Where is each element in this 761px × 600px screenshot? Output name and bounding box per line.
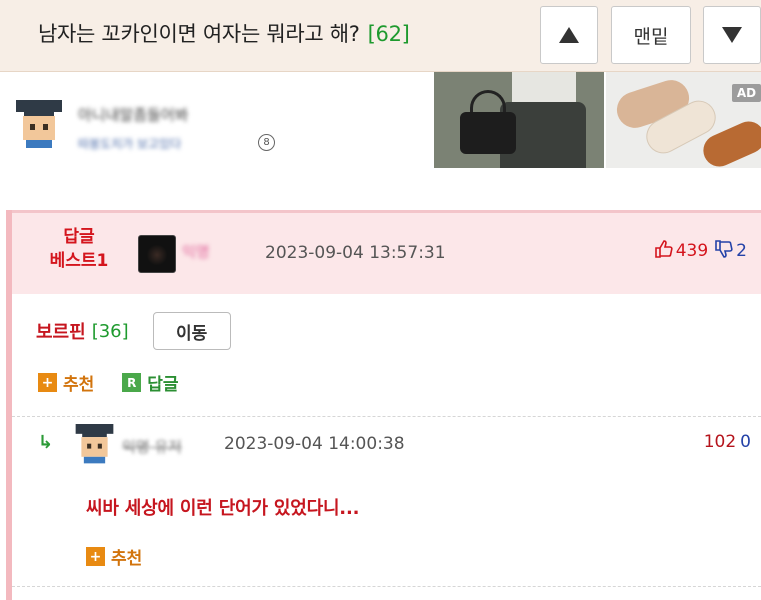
reply-icon: R [122, 373, 142, 392]
reply-upvote-count[interactable]: 102 [704, 432, 736, 452]
author-name[interactable]: 아니내말좀들어봐 [78, 104, 188, 125]
move-button[interactable]: 이동 [152, 312, 231, 350]
ad-image-bag[interactable] [434, 72, 604, 168]
scroll-down-button[interactable] [703, 6, 761, 64]
commenter-avatar[interactable] [138, 235, 176, 273]
ad-badge: AD [732, 84, 761, 102]
reply-count: [36] [91, 320, 129, 342]
upvote[interactable]: 439 [654, 239, 708, 261]
commenter-name[interactable]: 익명 [182, 241, 210, 262]
divider [12, 416, 761, 417]
best-label-line2: 베스트1 [49, 251, 109, 271]
comment-body: 보르핀 [36] 이동 [36, 312, 231, 350]
reply-text: 씨바 세상에 이런 단어가 있었다니... [86, 498, 360, 519]
post-title: 남자는 꼬카인이면 여자는 뭐라고 해? [62] [38, 18, 410, 48]
comment-text: 보르핀 [36, 322, 86, 343]
reply-avatar[interactable] [74, 424, 115, 464]
level-badge-icon: 8 [258, 134, 275, 151]
comment-actions: + 추천 R 답글 [38, 370, 179, 395]
post-title-text: 남자는 꼬카인이면 여자는 뭐라고 해? [38, 22, 360, 46]
reply-label: 답글 [147, 375, 179, 395]
author-subtitle: 따봉도치가 보고있다 [78, 137, 182, 151]
reply-votes: 102 0 [704, 432, 751, 452]
best-comment-box: 답글 베스트1 익명 2023-09-04 13:57:31 439 2 보르핀… [6, 210, 761, 600]
plus-icon: + [38, 373, 57, 392]
plus-icon: + [86, 547, 105, 566]
divider [12, 586, 761, 587]
downvote[interactable]: 2 [714, 239, 747, 261]
best-comment-header: 답글 베스트1 익명 2023-09-04 13:57:31 439 2 [12, 210, 761, 294]
recommend-button[interactable]: + 추천 [38, 370, 94, 395]
recommend-label: 추천 [63, 375, 95, 395]
thumbs-up-icon [654, 240, 673, 258]
reply-button[interactable]: R 답글 [122, 370, 179, 395]
best-label-line1: 답글 [63, 227, 95, 247]
comment-date: 2023-09-04 13:57:31 [265, 243, 446, 263]
reply-arrow-icon: ↳ [38, 432, 54, 453]
reply-author-name[interactable]: 익명 유저 [122, 436, 182, 457]
best-label: 답글 베스트1 [34, 225, 124, 273]
reply-downvote-count[interactable]: 0 [740, 432, 751, 452]
scroll-up-button[interactable] [540, 6, 598, 64]
reply-date: 2023-09-04 14:00:38 [224, 434, 405, 454]
avatar[interactable] [14, 100, 64, 148]
downvote-count: 2 [736, 241, 747, 261]
upvote-count: 439 [675, 241, 709, 261]
thumbs-down-icon [715, 240, 733, 258]
triangle-down-icon [722, 27, 742, 43]
reply-recommend-label: 추천 [111, 549, 143, 569]
vote-counts: 439 2 [654, 239, 747, 261]
comment-count[interactable]: [62] [368, 22, 410, 46]
reply-recommend-button[interactable]: + 추천 [86, 544, 142, 569]
go-bottom-button[interactable]: 맨밑 [611, 6, 691, 64]
post-title-bar: 남자는 꼬카인이면 여자는 뭐라고 해? [62] 맨밑 [0, 0, 761, 72]
triangle-up-icon [559, 27, 579, 43]
